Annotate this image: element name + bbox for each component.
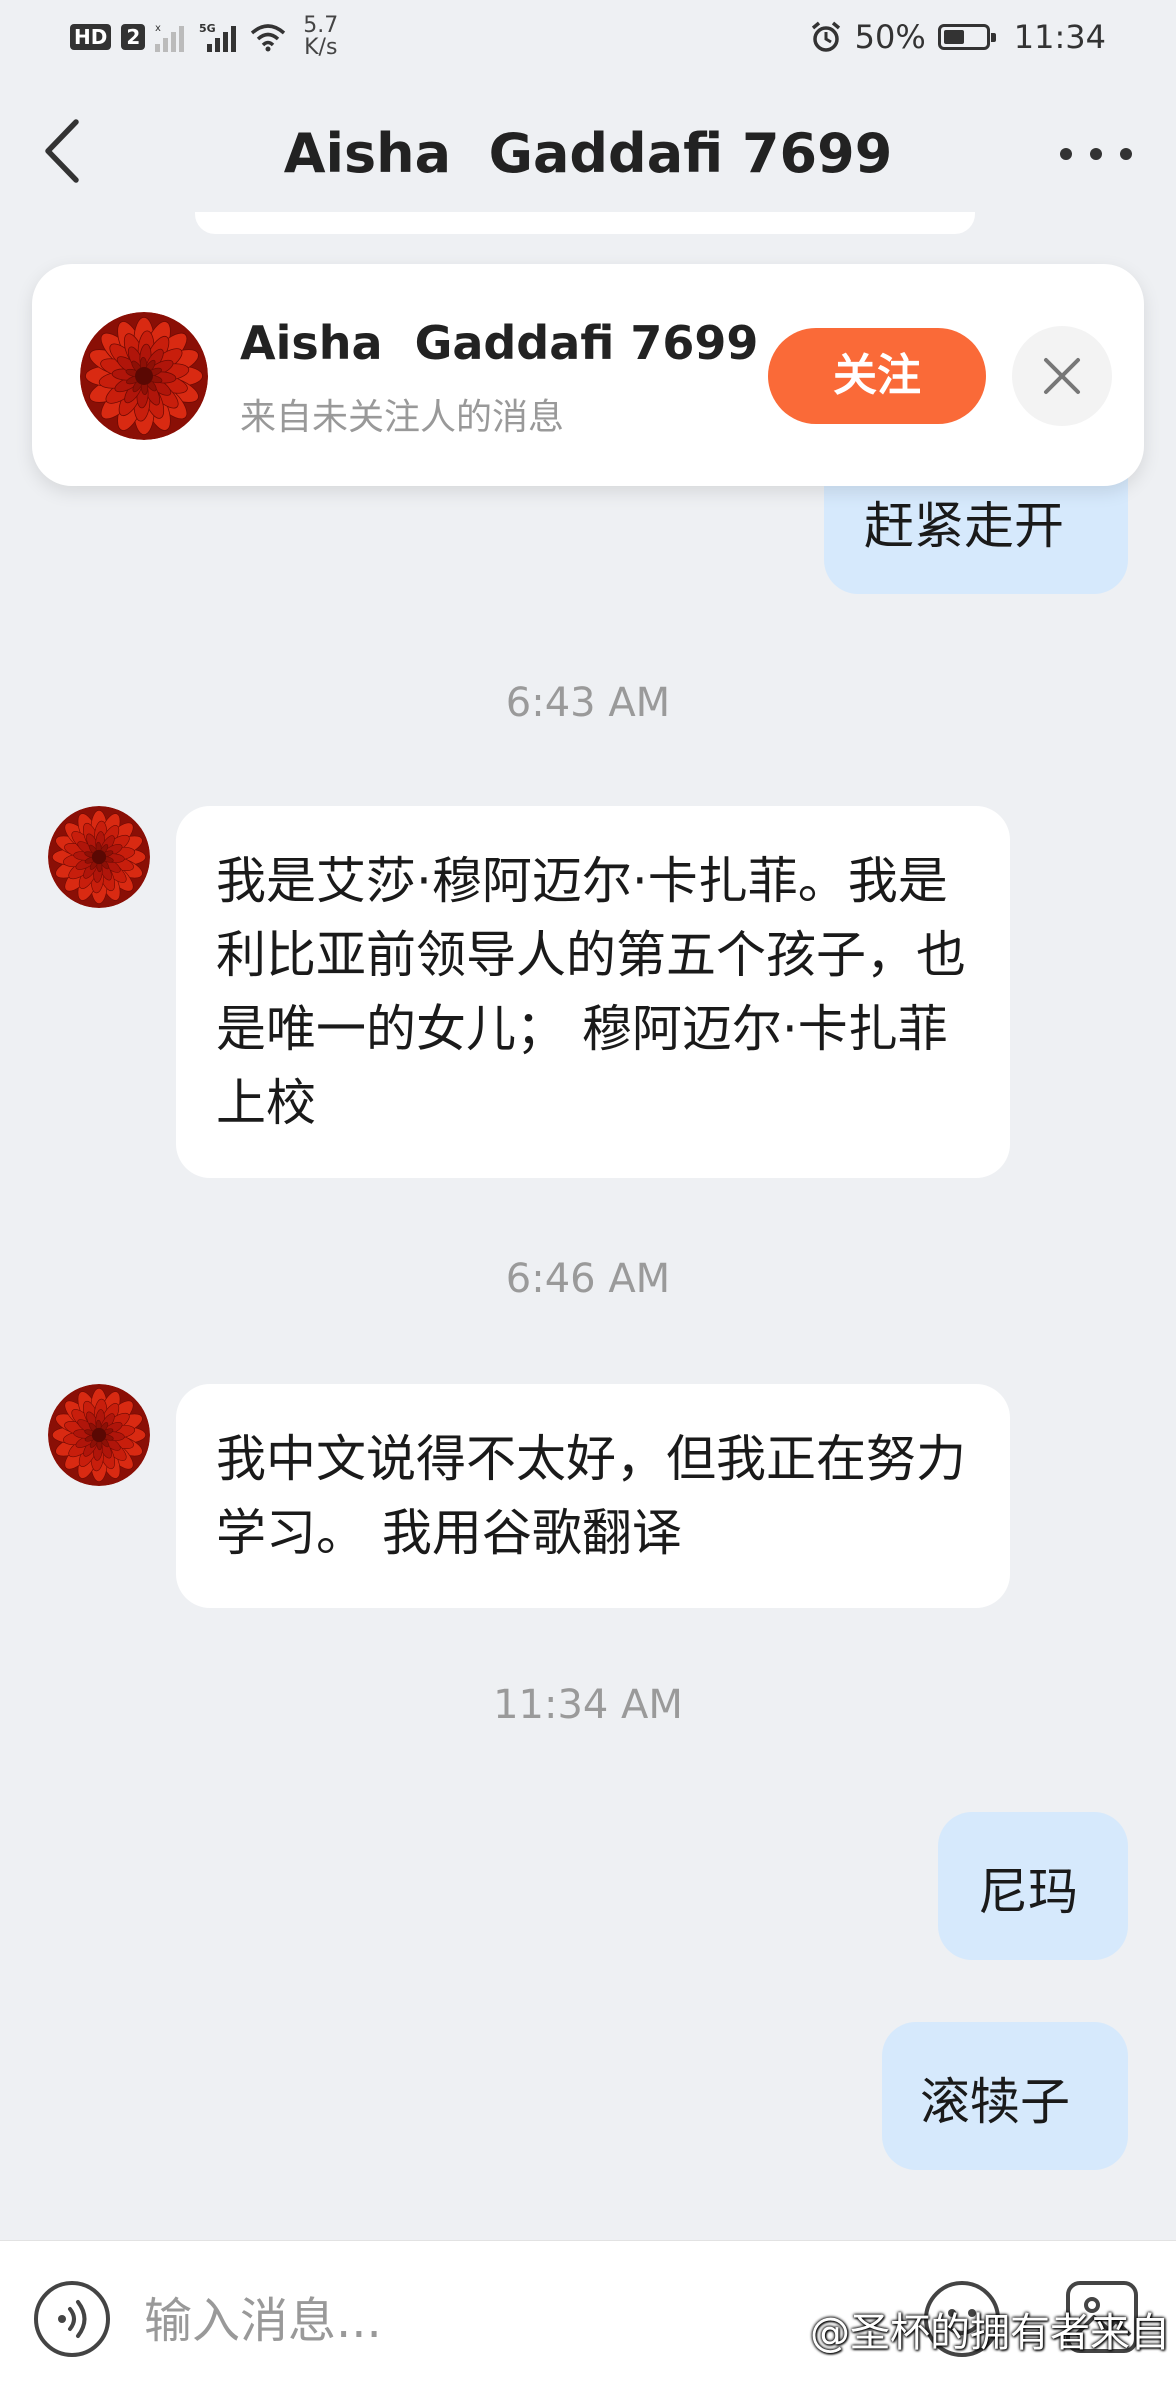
incoming-message[interactable]: 我是艾莎·穆阿迈尔·卡扎菲。我是利比亚前领导人的第五个孩子，也是唯一的女儿； 穆… [176, 806, 1010, 1178]
flower-avatar-image [48, 1384, 150, 1486]
hd-badge: HD [70, 24, 112, 50]
timestamp: 11:34 AM [493, 1682, 683, 1728]
follow-button[interactable]: 关注 [768, 328, 986, 424]
avatar[interactable] [80, 312, 208, 440]
more-dots-icon [1060, 148, 1132, 160]
sim-badge: 2 [121, 24, 146, 50]
flower-avatar-image [80, 312, 208, 440]
avatar[interactable] [48, 1384, 150, 1486]
avatar[interactable] [48, 806, 150, 908]
status-right: 50% 11:34 [809, 12, 1106, 62]
sender-name: Aisha Gaddafi 7699 [240, 316, 759, 370]
message-input[interactable] [144, 2281, 764, 2361]
voice-icon [58, 2300, 87, 2338]
message-text: 赶紧走开 [864, 497, 1064, 555]
voice-button[interactable] [34, 2281, 110, 2357]
nav-bar: Aisha Gaddafi 7699 [0, 74, 1176, 224]
svg-text:5G: 5G [199, 22, 216, 35]
signal-5g-icon: 5G [199, 22, 237, 52]
signal-icon: x [155, 23, 185, 52]
more-button[interactable] [1056, 134, 1136, 174]
wifi-icon [251, 24, 286, 52]
close-button[interactable] [1012, 326, 1112, 426]
battery-fill [943, 30, 964, 44]
message-text: 我中文说得不太好，但我正在努力学习。 我用谷歌翻译 [216, 1430, 966, 1562]
net-speed-value: 5.7 [303, 13, 339, 38]
message-text: 滚犊子 [920, 2073, 1070, 2131]
incoming-message[interactable]: 我中文说得不太好，但我正在努力学习。 我用谷歌翻译 [176, 1384, 1010, 1608]
svg-text:x: x [155, 23, 161, 34]
timestamp: 6:43 AM [505, 680, 671, 726]
previous-card-edge [195, 212, 975, 234]
sender-subtitle: 来自未关注人的消息 [240, 397, 565, 438]
follow-prompt-card: Aisha Gaddafi 7699 来自未关注人的消息 关注 [32, 264, 1144, 486]
watermark: @圣杯的拥有者来自 [810, 2310, 1170, 2356]
status-left: HD 2 x 5G 5.7 K/s [70, 12, 338, 62]
outgoing-message[interactable]: 尼玛 [938, 1812, 1128, 1960]
close-icon [1044, 358, 1080, 394]
flower-avatar-image [48, 806, 150, 908]
page-title: Aisha Gaddafi 7699 [283, 122, 893, 185]
outgoing-message[interactable]: 滚犊子 [882, 2022, 1128, 2170]
battery-percent: 50% [854, 18, 926, 56]
net-speed: 5.7 K/s [303, 15, 338, 59]
message-text: 我是艾莎·穆阿迈尔·卡扎菲。我是利比亚前领导人的第五个孩子，也是唯一的女儿； 穆… [216, 852, 966, 1132]
alarm-icon [811, 21, 840, 52]
status-bar: HD 2 x 5G 5.7 K/s 50% 11:34 [0, 0, 1176, 74]
timestamp: 6:46 AM [505, 1256, 671, 1302]
battery-icon [937, 24, 996, 50]
status-time: 11:34 [1013, 18, 1106, 56]
message-text: 尼玛 [978, 1863, 1078, 1921]
net-speed-unit: K/s [304, 35, 338, 60]
